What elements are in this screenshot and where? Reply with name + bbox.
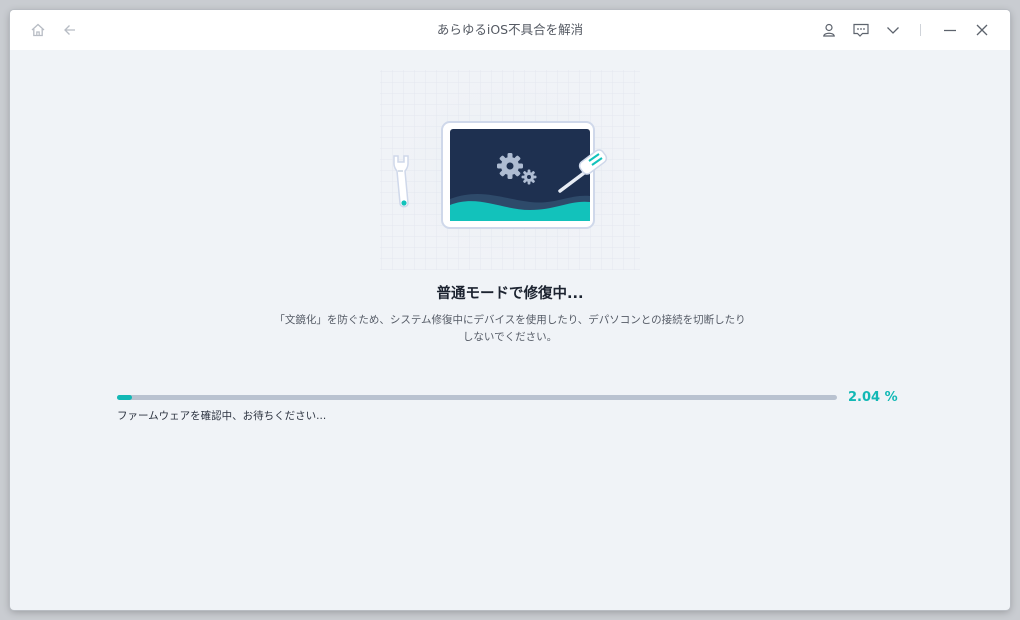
- minimize-icon[interactable]: [940, 20, 960, 40]
- chat-icon[interactable]: [851, 20, 871, 40]
- progress-bar-fill: [117, 395, 132, 400]
- chevron-down-icon[interactable]: [883, 20, 903, 40]
- titlebar-separator: [920, 24, 921, 36]
- repair-illustration: [370, 60, 650, 280]
- progress-percent: 2.04 %: [848, 390, 898, 405]
- user-icon[interactable]: [819, 20, 839, 40]
- description-line-2: しないでください。: [462, 331, 558, 343]
- progress-status: ファームウェアを確認中、お待ちください...: [117, 410, 327, 422]
- page-title: 普通モードで修復中...: [436, 286, 584, 302]
- progress-bar: [117, 395, 837, 400]
- app-window: あらゆるiOS不具合を解消 普通モードで修復中... 「文鏡化」を防ぐため、シス…: [10, 10, 1010, 610]
- warning-description: 「文鏡化」を防ぐため、システム修復中にデバイスを使用したり、デパソコンとの接続を…: [250, 312, 770, 346]
- close-icon[interactable]: [972, 20, 992, 40]
- title-bar: あらゆるiOS不具合を解消: [10, 10, 1010, 50]
- description-line-1: 「文鏡化」を防ぐため、システム修復中にデバイスを使用したり、デパソコンとの接続を…: [274, 314, 746, 326]
